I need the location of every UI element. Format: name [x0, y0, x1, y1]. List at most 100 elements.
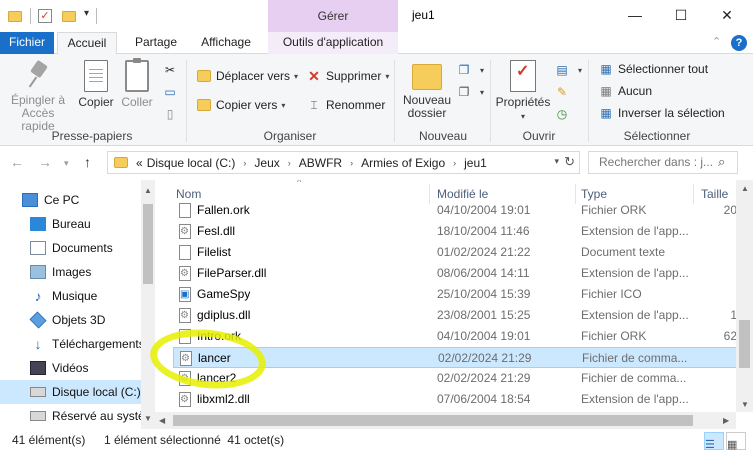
easy-access-button[interactable]: ❐ ▾ — [456, 82, 484, 102]
nav-item-telechargements[interactable]: ↓ Téléchargements — [0, 332, 142, 356]
desktop-icon — [30, 217, 46, 231]
properties-quick-button[interactable]: ✓ — [38, 6, 52, 26]
file-list-vertical-scrollbar[interactable]: ▲ ▼ — [736, 180, 753, 412]
file-list-horizontal-scrollbar[interactable]: ◀ ▶ — [155, 412, 736, 429]
file-type: Extension de l'app... — [581, 308, 689, 322]
collapse-ribbon-icon[interactable]: ⌃ — [712, 35, 721, 48]
scroll-right-icon[interactable]: ▶ — [723, 416, 729, 425]
minimize-button[interactable]: — — [612, 0, 658, 30]
scroll-up-icon[interactable]: ▲ — [144, 186, 152, 195]
edit-button[interactable]: ✎ — [554, 82, 574, 102]
open-button[interactable]: ▤ ▾ — [554, 60, 582, 80]
details-view-icon: ☰ — [705, 439, 715, 451]
breadcrumb-jeu1[interactable]: jeu1 — [464, 156, 487, 170]
file-row[interactable]: Fallen.ork 04/10/2004 19:01 Fichier ORK … — [173, 200, 743, 221]
file-row[interactable]: gdiplus.dll 23/08/2001 15:25 Extension d… — [173, 305, 743, 326]
pictures-icon — [30, 265, 46, 279]
file-row[interactable]: Fesl.dll 18/10/2004 11:46 Extension de l… — [173, 221, 743, 242]
nav-item-ce-pc[interactable]: Ce PC — [0, 188, 141, 212]
file-row[interactable]: libxml2.dll 07/06/2004 18:54 Extension d… — [173, 389, 743, 410]
new-folder-button[interactable]: Nouveau dossier — [400, 60, 454, 120]
chevron-right-icon[interactable]: › — [350, 158, 353, 168]
search-input[interactable]: Rechercher dans : j... — [588, 151, 738, 174]
chevron-right-icon[interactable]: › — [288, 158, 291, 168]
column-header-name[interactable]: Nom — [176, 187, 201, 201]
nav-item-disque-local[interactable]: Disque local (C:) — [0, 380, 141, 404]
copy-button[interactable]: Copier — [76, 60, 116, 109]
tab-outils-application[interactable]: Outils d'application — [268, 32, 398, 54]
back-arrow-icon[interactable]: ← — [10, 154, 24, 170]
customize-quick-access-icon[interactable]: ▾ — [84, 8, 89, 19]
documents-icon — [30, 241, 46, 255]
nav-item-videos[interactable]: Vidéos — [0, 356, 141, 380]
search-icon[interactable]: ⌕ — [718, 154, 725, 170]
scrollbar-thumb[interactable] — [739, 320, 750, 368]
rename-button[interactable]: ⌶ Renommer — [306, 95, 385, 115]
close-button[interactable]: ✕ — [704, 0, 750, 30]
scroll-down-icon[interactable]: ▼ — [144, 414, 152, 423]
address-bar[interactable]: « Disque local (C:) › Jeux › ABWFR › Arm… — [107, 151, 580, 174]
cut-button[interactable]: ✂ — [162, 60, 182, 80]
folder-icon — [62, 10, 76, 22]
nav-item-label: Vidéos — [52, 361, 89, 375]
paste-button[interactable]: Coller — [120, 58, 154, 109]
new-item-button[interactable]: ❐ ▾ — [456, 60, 484, 80]
breadcrumb-overflow[interactable]: « — [136, 156, 143, 170]
delete-button[interactable]: ✕ Supprimer ▾ — [306, 66, 389, 86]
chevron-right-icon[interactable]: › — [453, 158, 456, 168]
column-header-size[interactable]: Taille — [701, 187, 728, 201]
breadcrumb-armies-of-exigo[interactable]: Armies of Exigo — [361, 156, 445, 170]
scrollbar-thumb[interactable] — [143, 204, 153, 284]
select-all-button[interactable]: ▦ Sélectionner tout — [598, 59, 708, 79]
context-tab-gerer[interactable]: Gérer — [268, 0, 398, 32]
up-arrow-icon[interactable]: ↑ — [84, 154, 91, 170]
nav-item-objets-3d[interactable]: Objets 3D — [0, 308, 141, 332]
breadcrumb-jeux[interactable]: Jeux — [254, 156, 279, 170]
history-button[interactable]: ◷ — [554, 104, 574, 124]
copy-to-button[interactable]: Copier vers ▾ — [196, 95, 285, 115]
properties-button[interactable]: Propriétés ▾ — [494, 60, 552, 123]
nav-item-documents[interactable]: Documents — [0, 236, 141, 260]
nav-item-reserve-systeme[interactable]: Réservé au système — [0, 404, 141, 428]
file-row[interactable]: FileParser.dll 08/06/2004 14:11 Extensio… — [173, 263, 743, 284]
divider — [96, 8, 97, 24]
scroll-down-icon[interactable]: ▼ — [741, 400, 749, 409]
tab-partage[interactable]: Partage — [126, 32, 186, 54]
select-none-button[interactable]: ▦ Aucun — [598, 81, 652, 101]
column-header-modified[interactable]: Modifié le — [437, 187, 488, 201]
nav-pane-scrollbar[interactable]: ▲ ▼ — [141, 180, 155, 429]
scrollbar-thumb[interactable] — [173, 415, 693, 426]
chevron-down-icon[interactable]: ▾ — [554, 156, 559, 167]
breadcrumb-disque-local[interactable]: Disque local (C:) — [147, 156, 236, 170]
maximize-button[interactable]: ☐ — [658, 0, 704, 30]
move-to-label: Déplacer vers — [216, 69, 291, 83]
tab-fichier[interactable]: Fichier — [0, 32, 54, 54]
tab-accueil[interactable]: Accueil — [57, 32, 117, 55]
new-folder-quick-button[interactable] — [62, 6, 76, 26]
help-icon[interactable]: ? — [731, 35, 747, 51]
scroll-up-icon[interactable]: ▲ — [741, 184, 749, 193]
breadcrumb-abwfr[interactable]: ABWFR — [299, 156, 342, 170]
file-row[interactable]: Filelist 01/02/2024 21:22 Document texte — [173, 242, 743, 263]
chevron-right-icon[interactable]: › — [243, 158, 246, 168]
column-header-type[interactable]: Type — [581, 187, 607, 201]
invert-selection-button[interactable]: ▦ Inverser la sélection — [598, 103, 724, 123]
nav-item-label: Bureau — [52, 217, 91, 231]
recent-locations-icon[interactable]: ▾ — [64, 158, 69, 169]
nav-item-images[interactable]: Images — [0, 260, 141, 284]
pin-quick-access-button[interactable]: Épingler à Accès rapide — [4, 60, 72, 133]
paste-shortcut-button[interactable]: ▯ — [162, 104, 182, 124]
copy-path-button[interactable]: ▭ — [162, 82, 182, 102]
forward-arrow-icon[interactable]: → — [38, 154, 52, 170]
nav-item-bureau[interactable]: Bureau — [0, 212, 141, 236]
details-view-button[interactable]: ☰ — [704, 432, 724, 451]
tab-affichage[interactable]: Affichage — [194, 32, 258, 54]
large-icons-view-button[interactable]: ▦ — [726, 432, 746, 451]
scroll-left-icon[interactable]: ◀ — [159, 416, 165, 425]
nav-item-musique[interactable]: ♪ Musique — [0, 284, 141, 308]
refresh-icon[interactable]: ↻ — [564, 154, 575, 170]
move-to-button[interactable]: Déplacer vers ▾ — [196, 66, 298, 86]
file-row[interactable]: GameSpy 25/10/2004 15:39 Fichier ICO — [173, 284, 743, 305]
file-row[interactable]: Intro.ork 04/10/2004 19:01 Fichier ORK 6… — [173, 326, 743, 347]
divider — [394, 60, 395, 142]
